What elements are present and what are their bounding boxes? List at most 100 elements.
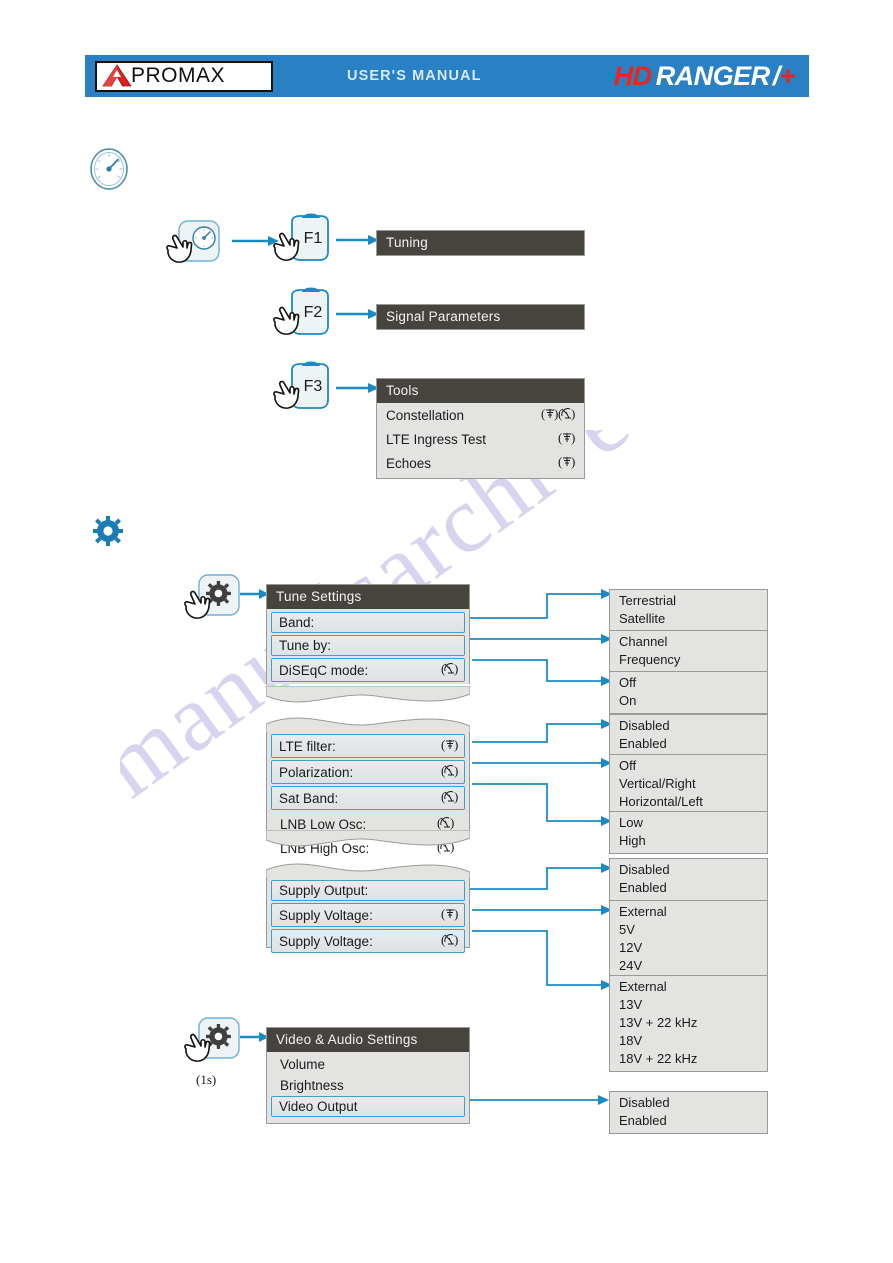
function-key-f3[interactable]: F3	[270, 360, 340, 422]
option-item[interactable]: 12V	[610, 939, 767, 957]
svg-text:F3: F3	[304, 378, 323, 395]
option-item[interactable]: Enabled	[610, 735, 767, 753]
row-label: Polarization:	[279, 764, 354, 780]
option-item[interactable]: Satellite	[610, 610, 767, 628]
mode-icons-terrestrial: ( )	[558, 430, 575, 448]
option-item[interactable]: Horizontal/Left	[610, 793, 767, 811]
settings-key[interactable]	[183, 572, 245, 634]
option-item[interactable]: 5V	[610, 921, 767, 939]
option-item[interactable]: Low	[610, 814, 767, 832]
optionbox-lte-filter[interactable]: Disabled Enabled	[609, 714, 768, 757]
row-supply-output[interactable]: Supply Output:	[271, 880, 465, 901]
row-polarization[interactable]: Polarization: ( )	[271, 760, 465, 784]
row-sat-band[interactable]: Sat Band: ( )	[271, 786, 465, 810]
optionbox-tune-by[interactable]: Channel Frequency	[609, 630, 768, 673]
row-label: Sat Band:	[279, 790, 339, 806]
option-item[interactable]: Off	[610, 757, 767, 775]
menu-video-audio-settings[interactable]: Video & Audio Settings Volume Brightness…	[266, 1027, 470, 1124]
promax-logo: PROMAX	[95, 60, 273, 92]
satellite-dish-paren-icon: ( )	[441, 763, 458, 778]
menu-item-lte-ingress-test[interactable]: LTE Ingress Test ( )	[377, 427, 584, 451]
svg-text:): )	[571, 430, 575, 445]
row-label: DiSEqC mode:	[279, 662, 369, 678]
promax-triangle-icon	[102, 64, 132, 87]
sheet-supply-rows[interactable]: Supply Output: Supply Voltage: ( ) Suppl…	[266, 878, 470, 953]
key-f3[interactable]: F3	[270, 360, 340, 422]
menu-item-constellation[interactable]: Constellation ( ) ( )	[377, 403, 584, 427]
settings-key-hold[interactable]	[183, 1015, 245, 1077]
key-f1[interactable]: F1	[270, 212, 340, 274]
row-volume[interactable]: Volume	[267, 1054, 469, 1075]
option-item[interactable]: Frequency	[610, 651, 767, 669]
option-item[interactable]: Off	[610, 674, 767, 692]
option-item[interactable]: Disabled	[610, 717, 767, 735]
row-supply-voltage-satellite[interactable]: Supply Voltage: ( )	[271, 929, 465, 953]
option-item[interactable]: Enabled	[610, 1112, 767, 1130]
optionbox-supply-voltage-terrestrial[interactable]: External 5V 12V 24V	[609, 900, 768, 979]
sheet-rf-settings[interactable]: LTE filter: ( ) Polarization: () Sat Ba…	[266, 712, 470, 856]
svg-text:): )	[454, 906, 458, 921]
menu-signal-parameters[interactable]: Signal Parameters	[376, 304, 585, 330]
option-item[interactable]: External	[610, 978, 767, 996]
satellite-dish-paren-icon: ( )	[558, 406, 575, 421]
optionbox-supply-voltage-satellite[interactable]: External 13V 13V + 22 kHz 18V 18V + 22 k…	[609, 975, 768, 1072]
satellite-dish-paren-icon: ( )	[441, 932, 458, 947]
optionbox-diseqc-mode[interactable]: Off On	[609, 671, 768, 714]
key-settings-video-audio[interactable]	[183, 1015, 245, 1077]
option-item[interactable]: On	[610, 692, 767, 710]
option-item[interactable]: 13V	[610, 996, 767, 1014]
optionbox-sat-band[interactable]: Low High	[609, 811, 768, 854]
menu-tuning[interactable]: Tuning	[376, 230, 585, 256]
svg-text:(: (	[441, 737, 445, 752]
row-supply-voltage-terrestrial[interactable]: Supply Voltage: ( )	[271, 903, 465, 927]
satellite-dish-paren-icon: ( )	[437, 815, 454, 830]
optionbox-polarization[interactable]: Off Vertical/Right Horizontal/Left	[609, 754, 768, 815]
row-video-output[interactable]: Video Output	[271, 1096, 465, 1117]
menu-item-echoes[interactable]: Echoes ( )	[377, 451, 584, 478]
option-item[interactable]: Channel	[610, 633, 767, 651]
row-icons-terrestrial: ( )	[441, 906, 458, 924]
menu-tools[interactable]: Tools Constellation ( ) ( ) LTE Ingress	[376, 378, 585, 479]
option-item[interactable]: Enabled	[610, 879, 767, 897]
menu-item-label: LTE Ingress Test	[386, 431, 487, 447]
option-item[interactable]: 18V	[610, 1032, 767, 1050]
menu-tools-title: Tools	[377, 379, 584, 403]
option-item[interactable]: Disabled	[610, 861, 767, 879]
option-item[interactable]: Vertical/Right	[610, 775, 767, 793]
rotary-dial-key[interactable]	[163, 217, 233, 272]
option-item[interactable]: Terrestrial	[610, 592, 767, 610]
option-item[interactable]: 13V + 22 kHz	[610, 1014, 767, 1032]
tune-settings-title: Tune Settings	[267, 585, 469, 609]
tune-settings-panel[interactable]: Tune Settings Band: Tune by: DiSEqC mode…	[266, 584, 470, 684]
sheet-supply-settings[interactable]: Supply Output: Supply Voltage: ( ) Suppl…	[266, 858, 470, 954]
option-item[interactable]: 24V	[610, 957, 767, 975]
tune-settings-row-diseqc-mode[interactable]: DiSEqC mode: ( )	[271, 658, 465, 682]
optionbox-supply-output[interactable]: Disabled Enabled	[609, 858, 768, 901]
torn-edge-top	[266, 717, 470, 734]
row-brightness[interactable]: Brightness	[267, 1075, 469, 1096]
optionbox-video-output[interactable]: Disabled Enabled	[609, 1091, 768, 1134]
menu-tuning-title: Tuning	[377, 231, 584, 255]
option-item[interactable]: 18V + 22 kHz	[610, 1050, 767, 1068]
row-lte-filter[interactable]: LTE filter: ( )	[271, 734, 465, 758]
option-item[interactable]: External	[610, 903, 767, 921]
key-f2[interactable]: F2	[270, 286, 340, 348]
hd-text: HD	[613, 60, 653, 91]
function-key-f2[interactable]: F2	[270, 286, 340, 348]
sheet-rf-rows[interactable]: LTE filter: ( ) Polarization: () Sat Ba…	[266, 732, 470, 856]
sheet-tune-settings[interactable]: Tune Settings Band: Tune by: DiSEqC mode…	[266, 584, 470, 703]
optionbox-band[interactable]: Terrestrial Satellite	[609, 589, 768, 632]
key-settings-tune[interactable]	[183, 572, 245, 634]
option-item[interactable]: Disabled	[610, 1094, 767, 1112]
svg-text:): )	[454, 661, 458, 676]
tune-settings-row-tune-by[interactable]: Tune by:	[271, 635, 465, 656]
menu-item-label: Constellation	[386, 407, 465, 423]
antenna-paren-icon: ( )	[558, 430, 575, 445]
tune-settings-row-band[interactable]: Band:	[271, 612, 465, 633]
video-audio-title: Video & Audio Settings	[267, 1028, 469, 1052]
option-item[interactable]: High	[610, 832, 767, 850]
row-icons-satellite: ( )	[441, 789, 458, 807]
function-key-f1[interactable]: F1	[270, 212, 340, 274]
key-f1-group[interactable]	[163, 217, 233, 272]
row-label: Brightness	[280, 1078, 344, 1093]
